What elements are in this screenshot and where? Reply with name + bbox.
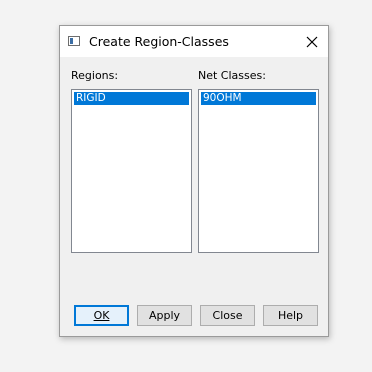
net-classes-list-item[interactable]: 90OHM [201,92,316,105]
dialog-title: Create Region-Classes [89,34,229,49]
apply-button-label: Apply [148,309,181,322]
app-window-icon [68,36,80,46]
ok-button[interactable]: OK [74,305,129,326]
net-classes-label: Net Classes: [198,69,266,82]
apply-button[interactable]: Apply [137,305,192,326]
close-button[interactable]: Close [200,305,255,326]
title-bar[interactable]: Create Region-Classes [60,26,328,57]
close-button-label: Close [212,309,243,322]
regions-label: Regions: [71,69,119,82]
regions-list-item[interactable]: RIGID [74,92,189,105]
ok-button-label: OK [93,309,110,322]
help-button[interactable]: Help [263,305,318,326]
close-icon[interactable] [296,26,328,57]
regions-listbox[interactable]: RIGID [71,89,192,253]
create-region-classes-dialog: Create Region-Classes Regions: Net Class… [59,25,329,337]
help-button-label: Help [277,309,304,322]
net-classes-listbox[interactable]: 90OHM [198,89,319,253]
